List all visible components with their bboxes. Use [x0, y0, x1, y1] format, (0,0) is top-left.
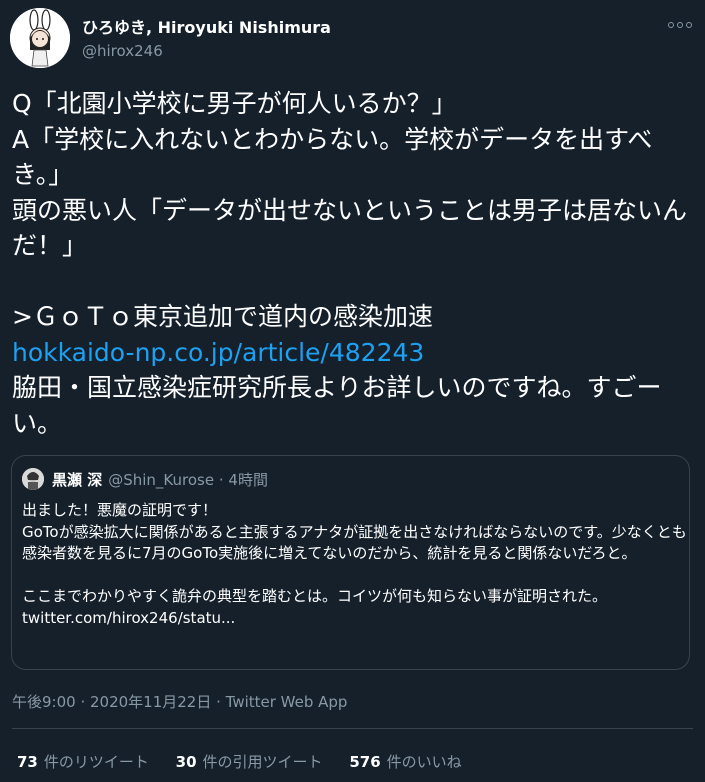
quote-text: 出ました！悪魔の証明です！ GoToが感染拡大に関係があると主張するアナタが証拠…	[22, 501, 687, 627]
quoted-tweet[interactable]: 黒瀬 深 @Shin_Kurose · 4時間 出ました！悪魔の証明です！ Go…	[11, 455, 690, 670]
likes-stat[interactable]: 576 件のいいね	[349, 751, 461, 772]
quote-handle-time: @Shin_Kurose · 4時間	[108, 470, 268, 489]
author-display-name[interactable]: ひろゆき, Hiroyuki Nishimura	[82, 14, 331, 38]
retweets-count: 73	[17, 753, 38, 771]
article-link[interactable]: hokkaido-np.co.jp/article/482243	[12, 338, 424, 367]
author-handle[interactable]: @hirox246	[82, 42, 331, 60]
tweet-header: ひろゆき, Hiroyuki Nishimura @hirox246	[10, 8, 695, 68]
retweets-label: 件のリツイート	[43, 753, 149, 771]
divider	[12, 728, 693, 729]
likes-count: 576	[349, 753, 381, 771]
quote-author-name: 黒瀬 深	[52, 470, 103, 489]
tweet-body-text: Q「北園小学校に男子が何人いるか？」 A「学校に入れないとわからない。学校がデー…	[12, 89, 688, 331]
more-icon[interactable]	[667, 14, 693, 36]
quotes-count: 30	[175, 753, 197, 771]
avatar[interactable]	[10, 8, 70, 68]
quotes-label: 件の引用ツイート	[202, 753, 323, 771]
quotes-stat[interactable]: 30 件の引用ツイート	[176, 751, 323, 772]
quote-avatar-illustration-icon	[22, 468, 44, 490]
avatar-illustration-icon	[10, 8, 70, 68]
likes-label: 件のいいね	[386, 753, 462, 771]
tweet-text: Q「北園小学校に男子が何人いるか？」 A「学校に入れないとわからない。学校がデー…	[12, 86, 702, 441]
tweet-stats: 73 件のリツイート 30 件の引用ツイート 576 件のいいね	[17, 751, 484, 772]
retweets-stat[interactable]: 73 件のリツイート	[17, 751, 149, 772]
tweet-body-text-after: 脇田・国立感染症研究所長よりお詳しいのですね。すごーい。	[12, 373, 662, 438]
tweet-meta[interactable]: 午後9:00 · 2020年11月22日 · Twitter Web App	[12, 691, 347, 712]
quote-avatar	[22, 468, 44, 490]
